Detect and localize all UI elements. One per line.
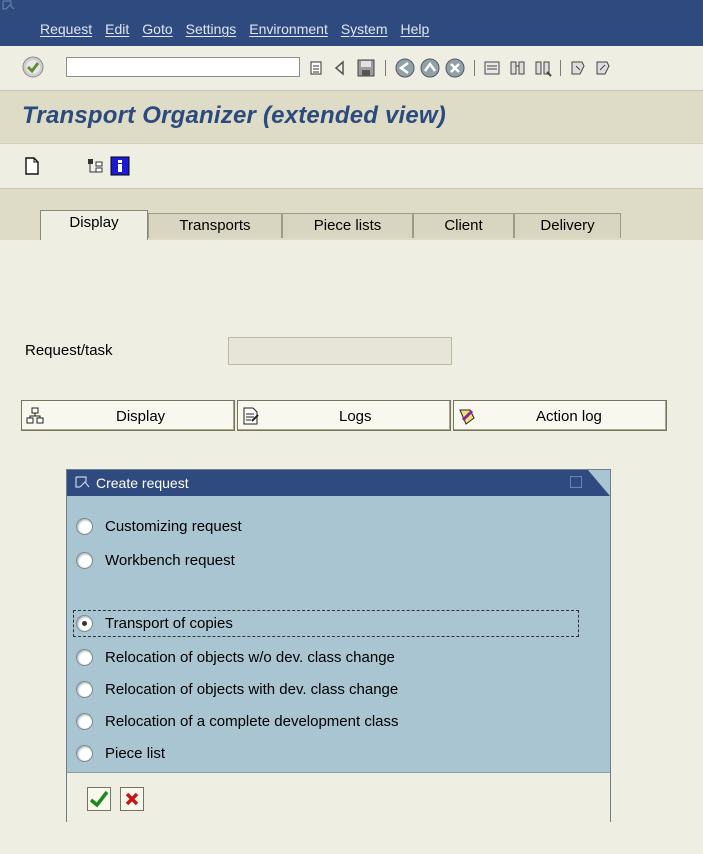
exit-icon[interactable] (420, 58, 440, 78)
display-button[interactable]: Display (21, 400, 235, 431)
application-toolbar (0, 143, 703, 189)
tab-client[interactable]: Client (413, 213, 514, 238)
back-icon[interactable] (395, 58, 415, 78)
tab-strip: Display Transports Piece lists Client De… (0, 197, 703, 241)
option-label: Workbench request (105, 551, 235, 569)
menu-environment[interactable]: Environment (249, 21, 328, 37)
find-icon[interactable] (508, 58, 528, 78)
radio-button[interactable] (76, 551, 93, 569)
enter-icon[interactable] (22, 56, 44, 78)
display-button-label: Display (116, 408, 166, 425)
menu-edit[interactable]: Edit (105, 21, 129, 37)
option-workbench-request[interactable]: Workbench request (76, 549, 235, 571)
standard-toolbar (0, 46, 703, 91)
menu-settings[interactable]: Settings (186, 21, 237, 37)
log-icon (243, 407, 259, 425)
first-page-icon[interactable] (568, 58, 588, 78)
info-icon[interactable] (110, 156, 130, 176)
option-label: Relocation of objects with dev. class ch… (105, 680, 399, 698)
option-label: Transport of copies (105, 614, 233, 632)
dialog-title-bar: Create request (67, 470, 610, 496)
radio-button[interactable] (76, 648, 93, 666)
command-history-icon[interactable] (310, 61, 322, 75)
page-title: Transport Organizer (extended view) (22, 102, 446, 129)
request-task-field[interactable] (228, 337, 452, 365)
option-relocation-without-class-change[interactable]: Relocation of objects w/o dev. class cha… (76, 646, 395, 668)
option-label: Piece list (105, 744, 166, 762)
collapse-icon[interactable] (330, 58, 350, 78)
radio-button[interactable] (76, 744, 93, 762)
tab-display[interactable]: Display (40, 210, 148, 240)
logs-button[interactable]: Logs (237, 400, 451, 431)
menu-system[interactable]: System (341, 21, 388, 37)
previous-page-icon[interactable] (593, 58, 613, 78)
option-label: Relocation of a complete development cla… (105, 712, 399, 730)
cancel-button[interactable] (120, 787, 144, 811)
menu-bar: Request Edit Goto Settings Environment S… (0, 0, 703, 46)
menu-request[interactable]: Request (40, 21, 92, 37)
radio-button[interactable] (76, 680, 93, 698)
pencil-icon (459, 409, 475, 425)
radio-button[interactable] (76, 517, 93, 535)
option-relocation-complete-class[interactable]: Relocation of a complete development cla… (76, 710, 399, 732)
option-label: Relocation of objects w/o dev. class cha… (105, 648, 395, 666)
new-document-icon[interactable] (22, 156, 42, 176)
dialog-menu-icon[interactable] (75, 476, 91, 490)
option-transport-of-copies[interactable]: Transport of copies (76, 612, 233, 634)
window-menu-icon[interactable] (2, 0, 16, 12)
option-relocation-with-class-change[interactable]: Relocation of objects with dev. class ch… (76, 678, 398, 700)
tab-piece-lists[interactable]: Piece lists (282, 213, 413, 238)
save-icon[interactable] (356, 58, 376, 78)
radio-button[interactable] (76, 712, 93, 730)
radio-button-selected[interactable] (76, 614, 93, 632)
find-next-icon[interactable] (533, 58, 553, 78)
dialog-title: Create request (96, 475, 189, 491)
action-log-button-label: Action log (536, 408, 602, 425)
menu-help[interactable]: Help (401, 21, 430, 37)
action-log-button[interactable]: Action log (453, 400, 667, 431)
dialog-footer (67, 772, 610, 822)
cancel-x-icon (125, 792, 139, 806)
tab-delivery[interactable]: Delivery (514, 213, 621, 238)
menu-goto[interactable]: Goto (142, 21, 172, 37)
command-field[interactable] (66, 57, 300, 77)
option-customizing-request[interactable]: Customizing request (76, 515, 242, 537)
hierarchy-icon[interactable] (85, 156, 105, 176)
request-task-label: Request/task (25, 342, 113, 359)
confirm-button[interactable] (87, 787, 111, 811)
close-icon[interactable] (570, 476, 582, 488)
checkmark-icon (89, 790, 109, 808)
print-icon[interactable] (482, 58, 502, 78)
option-label: Customizing request (105, 517, 242, 535)
hierarchy-icon (26, 407, 44, 424)
option-piece-list[interactable]: Piece list (76, 742, 165, 764)
tab-transports[interactable]: Transports (148, 213, 282, 238)
logs-button-label: Logs (339, 408, 372, 425)
create-request-dialog: Create request Customizing request Workb… (66, 469, 611, 822)
cancel-icon[interactable] (445, 58, 465, 78)
